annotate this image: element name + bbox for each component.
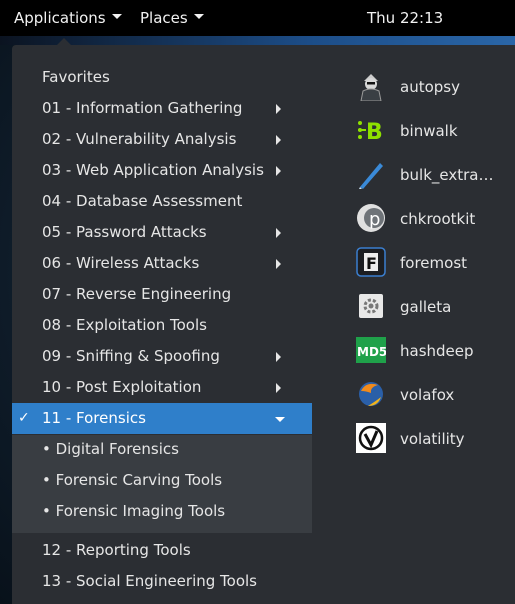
app-volafox[interactable]: volafox	[352, 373, 512, 417]
applications-label: Applications	[14, 9, 106, 27]
category-label: 07 - Reverse Engineering	[42, 285, 232, 303]
foremost-icon-text: F	[366, 254, 377, 273]
checkmark-icon: ✓	[18, 410, 30, 426]
bulk-extractor-icon	[359, 163, 383, 189]
chevron-right-icon	[276, 259, 281, 269]
category-information-gathering[interactable]: 01 - Information Gathering	[12, 93, 312, 124]
category-social-engineering-tools[interactable]: 13 - Social Engineering Tools	[12, 566, 312, 597]
chkrootkit-icon-text: p	[369, 209, 380, 230]
binwalk-icon: B	[358, 120, 383, 145]
app-name: hashdeep	[400, 342, 474, 360]
app-name: chkrootkit	[400, 210, 476, 228]
category-password-attacks[interactable]: 05 - Password Attacks	[12, 217, 312, 248]
category-vulnerability-analysis[interactable]: 02 - Vulnerability Analysis	[12, 124, 312, 155]
chevron-down-icon	[275, 417, 285, 422]
subcategory-label: • Digital Forensics	[42, 440, 179, 458]
chevron-right-icon	[276, 135, 281, 145]
volatility-icon	[356, 423, 386, 453]
subcategory-forensic-imaging-tools[interactable]: • Forensic Imaging Tools	[12, 496, 312, 527]
category-label: Favorites	[42, 68, 110, 86]
category-label: 11 - Forensics	[42, 409, 146, 427]
category-label: 10 - Post Exploitation	[42, 378, 202, 396]
applications-menu-button[interactable]: Applications	[8, 0, 128, 36]
category-label: 02 - Vulnerability Analysis	[42, 130, 237, 148]
places-menu-button[interactable]: Places	[140, 0, 204, 36]
app-name: binwalk	[400, 122, 458, 140]
category-web-application-analysis[interactable]: 03 - Web Application Analysis	[12, 155, 312, 186]
subcategory-forensic-carving-tools[interactable]: • Forensic Carving Tools	[12, 465, 312, 496]
app-hashdeep[interactable]: MD5 hashdeep	[352, 329, 512, 373]
app-galleta[interactable]: galleta	[352, 285, 512, 329]
subcategory-digital-forensics[interactable]: • Digital Forensics	[12, 434, 312, 465]
volafox-icon	[359, 382, 383, 406]
chevron-down-icon	[193, 14, 204, 19]
chkrootkit-icon: p	[357, 204, 385, 232]
app-name: foremost	[400, 254, 468, 272]
category-reverse-engineering[interactable]: 07 - Reverse Engineering	[12, 279, 312, 310]
app-name: bulk_extra…	[400, 166, 494, 184]
category-forensics[interactable]: ✓ 11 - Forensics	[12, 403, 312, 434]
desktop-strip	[0, 36, 515, 45]
app-binwalk[interactable]: B binwalk	[352, 109, 512, 153]
app-volatility[interactable]: volatility	[352, 417, 512, 461]
top-panel: Applications Places Thu 22:13	[0, 0, 515, 36]
category-wireless-attacks[interactable]: 06 - Wireless Attacks	[12, 248, 312, 279]
category-label: 05 - Password Attacks	[42, 223, 207, 241]
app-name: galleta	[400, 298, 452, 316]
category-exploitation-tools[interactable]: 08 - Exploitation Tools	[12, 310, 312, 341]
chevron-right-icon	[276, 104, 281, 114]
app-autopsy[interactable]: autopsy	[352, 65, 512, 109]
app-name: volafox	[400, 386, 455, 404]
app-bulk-extractor[interactable]: bulk_extra…	[352, 153, 512, 197]
foremost-icon: F	[356, 247, 386, 277]
places-label: Places	[140, 9, 188, 27]
chevron-right-icon	[276, 383, 281, 393]
chevron-right-icon	[276, 352, 281, 362]
chevron-right-icon	[276, 228, 281, 238]
category-favorites[interactable]: Favorites	[12, 62, 312, 93]
category-database-assessment[interactable]: 04 - Database Assessment	[12, 186, 312, 217]
category-label: 06 - Wireless Attacks	[42, 254, 200, 272]
category-label: 03 - Web Application Analysis	[42, 161, 264, 179]
category-label: 04 - Database Assessment	[42, 192, 243, 210]
category-label: 13 - Social Engineering Tools	[42, 572, 257, 590]
category-reporting-tools[interactable]: 12 - Reporting Tools	[12, 535, 312, 566]
subcategory-label: • Forensic Carving Tools	[42, 471, 223, 489]
hashdeep-icon-text: MD5	[357, 345, 386, 359]
app-name: volatility	[400, 430, 465, 448]
category-label: 08 - Exploitation Tools	[42, 316, 207, 334]
app-name: autopsy	[400, 78, 460, 96]
chevron-right-icon	[276, 166, 281, 176]
applications-menu: Favorites 01 - Information Gathering 02 …	[12, 45, 515, 604]
category-label: 01 - Information Gathering	[42, 99, 243, 117]
clock[interactable]: Thu 22:13	[367, 0, 443, 36]
subcategory-label: • Forensic Imaging Tools	[42, 502, 226, 520]
autopsy-icon	[356, 71, 386, 101]
hashdeep-icon: MD5	[356, 337, 386, 363]
category-label: 12 - Reporting Tools	[42, 541, 191, 559]
category-sniffing-spoofing[interactable]: 09 - Sniffing & Spoofing	[12, 341, 312, 372]
category-label: 09 - Sniffing & Spoofing	[42, 347, 220, 365]
app-chkrootkit[interactable]: p chkrootkit	[352, 197, 512, 241]
category-post-exploitation[interactable]: 10 - Post Exploitation	[12, 372, 312, 403]
galleta-icon	[359, 294, 383, 318]
binwalk-icon-text: B	[366, 120, 383, 145]
chevron-down-icon	[111, 14, 122, 19]
app-foremost[interactable]: F foremost	[352, 241, 512, 285]
